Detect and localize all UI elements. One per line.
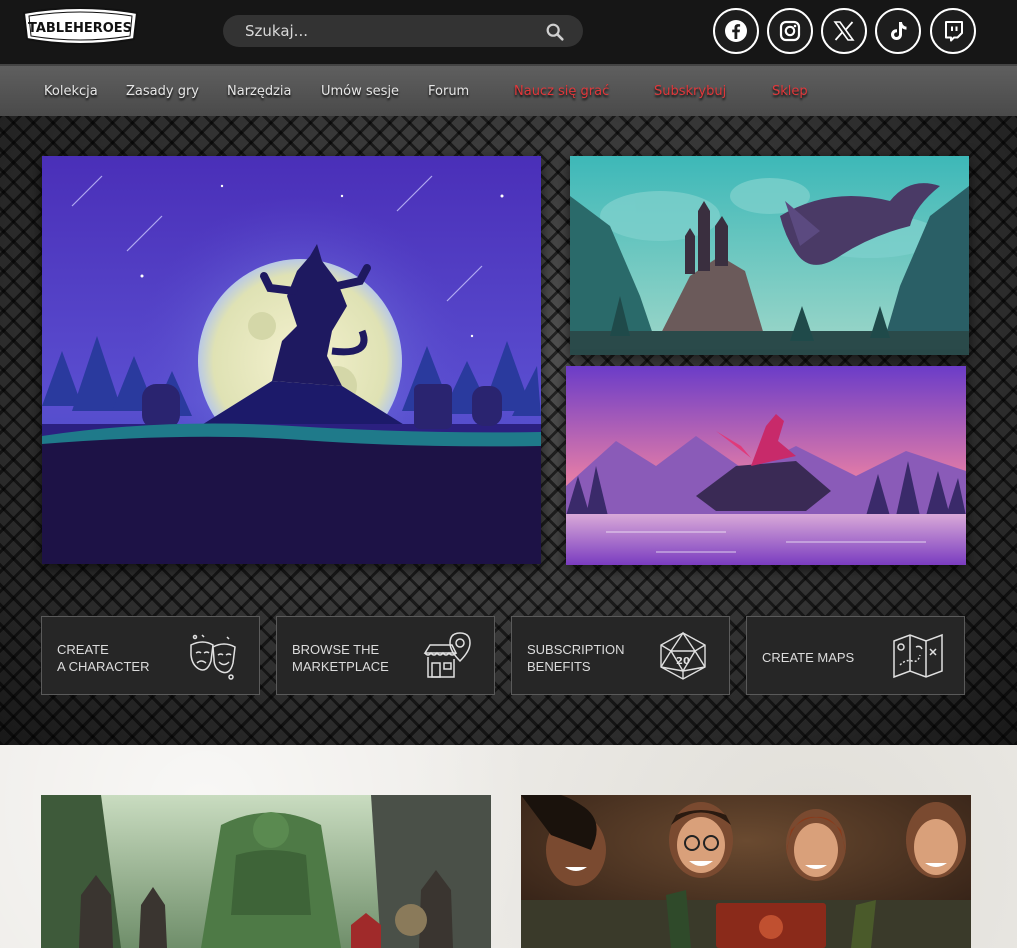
giant-warriors-illustration[interactable] <box>41 795 491 948</box>
cta-line2: Benefits <box>527 659 591 674</box>
subscription-benefits-button[interactable]: Subscription Benefits 20 <box>511 616 730 695</box>
cta-line2: A Character <box>57 659 150 674</box>
create-maps-button[interactable]: Create Maps <box>746 616 965 695</box>
nav-item-narzedzia[interactable]: Narzędzia <box>227 84 292 99</box>
x-icon[interactable] <box>821 8 867 54</box>
werewolf-moon-illustration[interactable] <box>42 156 541 564</box>
cta-line1: Browse the <box>292 642 380 657</box>
players-laughing-photo[interactable] <box>521 795 971 948</box>
search-input[interactable] <box>245 15 535 47</box>
shop-location-icon <box>423 632 471 678</box>
search-icon[interactable] <box>544 21 566 43</box>
subscription-benefits-label: Subscription Benefits <box>527 641 652 675</box>
svg-text:20: 20 <box>676 656 690 667</box>
browse-marketplace-label: Browse the Marketplace <box>292 641 417 675</box>
nav-item-forum[interactable]: Forum <box>428 84 469 99</box>
d20-dice-icon: 20 <box>660 631 706 680</box>
facebook-icon[interactable] <box>713 8 759 54</box>
create-character-label: Create A Character <box>57 641 182 675</box>
nav-item-sklep[interactable]: Sklep <box>772 84 808 99</box>
treasure-map-icon <box>893 633 943 679</box>
nav-item-kolekcja[interactable]: Kolekcja <box>44 84 98 99</box>
logo-text: TABLEHEROES <box>28 21 132 36</box>
instagram-icon[interactable] <box>767 8 813 54</box>
dragon-lake-illustration[interactable] <box>566 366 966 565</box>
cta-line1: Create <box>57 642 109 657</box>
hero-section: Create A Character Browse the Marketplac… <box>0 116 1017 745</box>
search-bar <box>223 15 583 47</box>
tableheroes-logo[interactable]: TABLEHEROES <box>20 5 141 50</box>
create-character-button[interactable]: Create A Character <box>41 616 260 695</box>
twitch-icon[interactable] <box>930 8 976 54</box>
create-maps-label: Create Maps <box>762 650 855 665</box>
nav-item-naucz-sie-grac[interactable]: Naucz się grać <box>514 84 609 99</box>
theater-masks-icon <box>190 634 236 680</box>
site-header: TABLEHEROES <box>0 0 1017 64</box>
dragon-castle-illustration[interactable] <box>570 156 969 355</box>
content-section <box>0 745 1017 948</box>
nav-item-zasady-gry[interactable]: Zasady gry <box>126 84 199 99</box>
browse-marketplace-button[interactable]: Browse the Marketplace <box>276 616 495 695</box>
cta-line1: Subscription <box>527 642 625 657</box>
nav-item-subskrybuj[interactable]: Subskrybuj <box>654 84 726 99</box>
main-nav: Kolekcja Zasady gry Narzędzia Umów sesje… <box>0 64 1017 116</box>
tiktok-icon[interactable] <box>875 8 921 54</box>
nav-item-umow-sesje[interactable]: Umów sesje <box>321 84 399 99</box>
cta-line2: Marketplace <box>292 659 389 674</box>
